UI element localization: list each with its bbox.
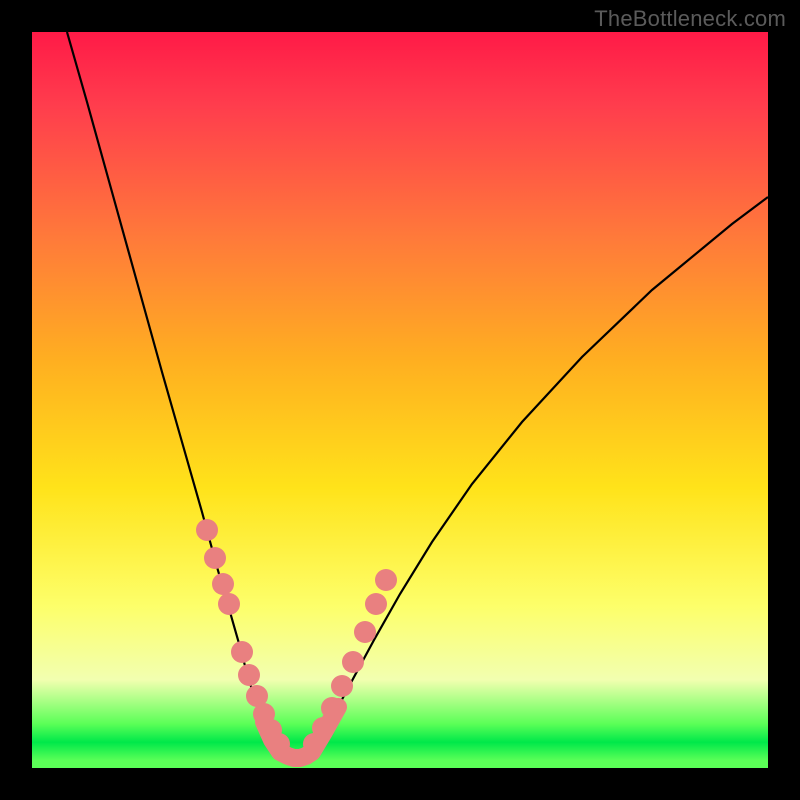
gradient-plot-area xyxy=(32,32,768,768)
watermark-text: TheBottleneck.com xyxy=(594,6,786,32)
highlight-dot xyxy=(218,593,240,615)
highlight-dot xyxy=(204,547,226,569)
highlight-dot xyxy=(321,697,343,719)
highlight-dot xyxy=(375,569,397,591)
highlight-dot xyxy=(268,733,290,755)
highlight-dot xyxy=(331,675,353,697)
highlight-dot xyxy=(312,717,334,739)
curve-right-branch xyxy=(312,197,768,752)
curve-layer xyxy=(32,32,768,768)
highlight-dot xyxy=(354,621,376,643)
highlight-dot xyxy=(365,593,387,615)
highlight-dot xyxy=(212,573,234,595)
highlight-dot xyxy=(238,664,260,686)
highlight-dot xyxy=(231,641,253,663)
highlight-dot xyxy=(342,651,364,673)
outer-black-frame: TheBottleneck.com xyxy=(0,0,800,800)
highlight-dot xyxy=(196,519,218,541)
highlight-dots-group xyxy=(196,519,397,755)
